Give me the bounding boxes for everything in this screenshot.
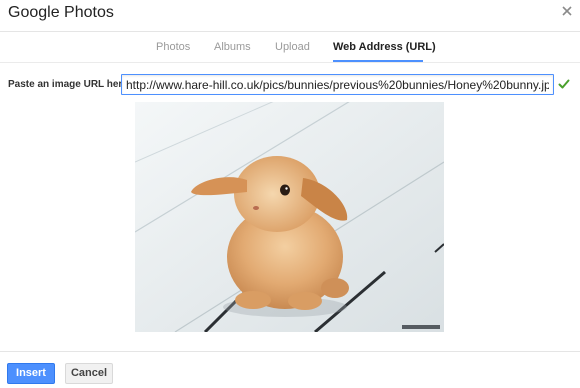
tab-upload[interactable]: Upload bbox=[275, 41, 310, 53]
insert-button[interactable]: Insert bbox=[7, 363, 55, 384]
cancel-button[interactable]: Cancel bbox=[65, 363, 113, 384]
url-row: Paste an image URL here: bbox=[0, 72, 580, 96]
image-preview bbox=[135, 102, 444, 332]
tab-bar: Photos Albums Upload Web Address (URL) bbox=[0, 33, 580, 63]
dialog-title: Google Photos bbox=[8, 4, 114, 21]
checkmark-icon bbox=[558, 79, 570, 89]
bunny-photo bbox=[135, 102, 444, 332]
dialog-footer: Insert Cancel bbox=[0, 351, 580, 388]
watermark bbox=[402, 325, 440, 329]
tab-photos[interactable]: Photos bbox=[156, 41, 190, 53]
url-label: Paste an image URL here: bbox=[8, 79, 132, 90]
close-icon[interactable] bbox=[562, 6, 572, 16]
active-tab-indicator bbox=[333, 60, 423, 62]
dialog-header: Google Photos bbox=[0, 0, 580, 32]
tab-albums[interactable]: Albums bbox=[214, 41, 251, 53]
tab-web-address[interactable]: Web Address (URL) bbox=[333, 41, 436, 53]
url-input[interactable] bbox=[121, 74, 554, 95]
